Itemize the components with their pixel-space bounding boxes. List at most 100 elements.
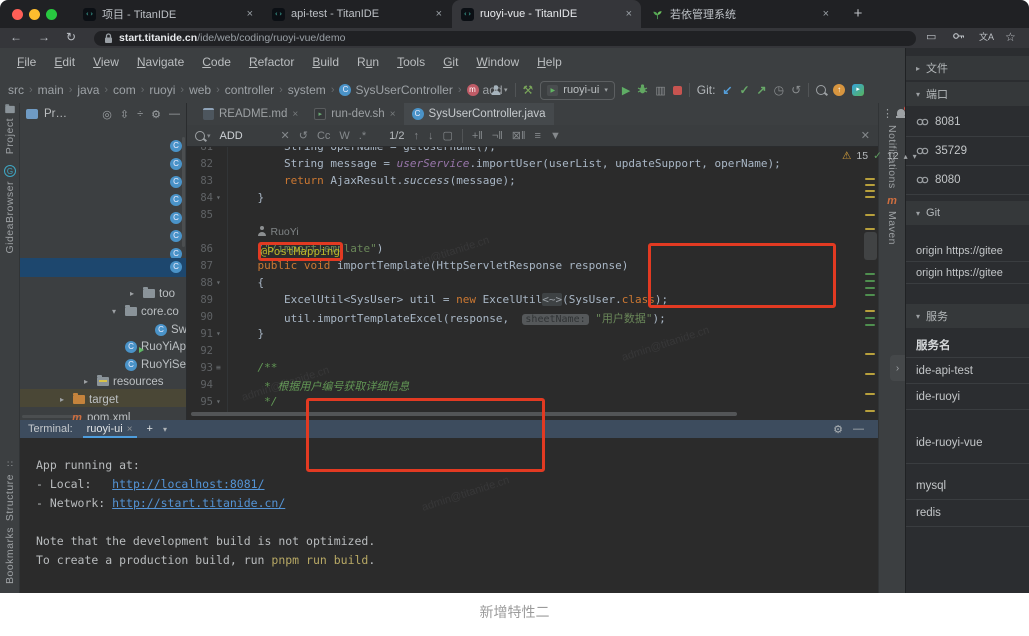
next-problem-icon[interactable]: ▾: [913, 152, 917, 161]
window-zoom-button[interactable]: [46, 9, 57, 20]
tree-expand-icon[interactable]: ▸: [84, 377, 93, 386]
tree-item-pom.xml[interactable]: mpom.xml: [58, 409, 130, 420]
forward-icon[interactable]: →: [38, 30, 50, 44]
sidebar-item-gideabrowser[interactable]: G GideaBrowser: [0, 165, 20, 254]
tree-item-too[interactable]: ▸too: [130, 285, 175, 302]
tree-row-selected[interactable]: [20, 258, 186, 277]
find-clear-icon[interactable]: ✕: [281, 129, 290, 142]
save-card-icon[interactable]: ▭: [926, 30, 936, 43]
tab-close-button[interactable]: ×: [823, 8, 829, 20]
port-item-8080[interactable]: 8080: [906, 166, 1029, 195]
warning-stripe-mark[interactable]: [865, 393, 875, 395]
sidebar-item-structure[interactable]: ∷ Structure: [0, 459, 20, 521]
menu-file[interactable]: File: [8, 55, 45, 69]
menu-code[interactable]: Code: [193, 55, 240, 69]
tree-row-class[interactable]: C: [170, 173, 182, 190]
menu-view[interactable]: View: [84, 55, 128, 69]
add-occurrence-icon[interactable]: +‖: [472, 130, 483, 142]
ok-stripe-mark[interactable]: [865, 324, 875, 326]
tab-close-button[interactable]: ×: [626, 8, 632, 20]
user-icon[interactable]: ▾: [490, 84, 508, 96]
breadcrumb-item-SysUserController[interactable]: CSysUserController: [339, 83, 452, 97]
breadcrumb-item-com[interactable]: com: [113, 83, 136, 97]
breadcrumb-item-web[interactable]: web: [189, 83, 211, 97]
tree-item-resources[interactable]: ▸resources: [84, 373, 164, 390]
warning-stripe-mark[interactable]: [865, 410, 875, 412]
breadcrumb-item-main[interactable]: main: [38, 83, 64, 97]
fold-icon[interactable]: ▾: [216, 278, 228, 287]
git-push-button[interactable]: ↗: [757, 83, 767, 97]
find-next-icon[interactable]: ↓: [428, 130, 434, 142]
warning-stripe-mark[interactable]: [865, 196, 875, 198]
bookmark-star-icon[interactable]: ☆: [1005, 30, 1016, 44]
fold-icon[interactable]: ▾: [216, 329, 228, 338]
tab-close-button[interactable]: ×: [436, 8, 442, 20]
reload-icon[interactable]: ↻: [66, 30, 76, 44]
ok-stripe-mark[interactable]: [865, 317, 875, 319]
service-item-redis[interactable]: redis: [906, 500, 1029, 527]
editor-tab-README.md[interactable]: README.md×: [195, 103, 306, 125]
coverage-button[interactable]: ▥: [655, 84, 665, 97]
browser-tab-2[interactable]: ‹›api-test - TitanIDE×: [263, 0, 451, 28]
find-history-icon[interactable]: ↺: [299, 129, 308, 142]
password-key-icon[interactable]: [952, 30, 965, 45]
error-stripe[interactable]: [860, 147, 878, 412]
port-item-8081[interactable]: 8081: [906, 108, 1029, 137]
regex-toggle[interactable]: .*: [359, 130, 366, 142]
warning-stripe-mark[interactable]: [865, 184, 875, 186]
search-icon[interactable]: [816, 85, 826, 95]
new-terminal-button[interactable]: +: [147, 423, 153, 435]
service-item-ide-ruoyi[interactable]: ide-ruoyi: [906, 384, 1029, 410]
minimize-icon[interactable]: —: [853, 423, 864, 435]
warning-stripe-mark[interactable]: [865, 178, 875, 180]
words-toggle[interactable]: W: [339, 130, 349, 142]
close-icon[interactable]: ×: [127, 424, 133, 435]
menu-edit[interactable]: Edit: [45, 55, 84, 69]
sidebar-item-bookmarks[interactable]: Bookmarks: [0, 527, 20, 584]
local-url-link[interactable]: http://localhost:8081/: [112, 477, 264, 491]
inspections-widget[interactable]: ⚠15 ✓12 ▴ ▾: [842, 150, 917, 162]
tree-row-class[interactable]: C: [170, 227, 182, 244]
section-git[interactable]: ▾ Git: [906, 201, 1029, 225]
select-all-occurrences-icon[interactable]: ▢: [442, 129, 452, 142]
new-tab-button[interactable]: +: [848, 4, 868, 24]
warning-stripe-mark[interactable]: [865, 373, 875, 375]
breadcrumb-item-java[interactable]: java: [77, 83, 99, 97]
fold-icon[interactable]: ▾: [216, 193, 228, 202]
breadcrumb-item-controller[interactable]: controller: [225, 83, 274, 97]
breadcrumb-item-system[interactable]: system: [288, 83, 326, 97]
tree-expand-icon[interactable]: ▾: [112, 307, 121, 316]
section-files[interactable]: ▸ 文件: [906, 56, 1029, 80]
ok-stripe-mark[interactable]: [865, 287, 875, 289]
find-input[interactable]: ADD: [220, 130, 272, 142]
remove-occurrence-icon[interactable]: ¬‖: [492, 130, 503, 142]
ok-stripe-mark[interactable]: [865, 280, 875, 282]
menu-refactor[interactable]: Refactor: [240, 55, 303, 69]
gear-icon[interactable]: ⚙: [833, 423, 843, 436]
stop-button[interactable]: [673, 86, 682, 95]
back-icon[interactable]: ←: [10, 30, 22, 44]
editor-tab-run-dev.sh[interactable]: ▸run-dev.sh×: [306, 103, 403, 125]
find-search-icon[interactable]: ▾: [195, 131, 211, 141]
tree-item-RuoYiApp[interactable]: CRuoYiApp: [112, 338, 186, 355]
browser-tab-1[interactable]: ‹›项目 - TitanIDE×: [74, 0, 262, 28]
warning-stripe-mark[interactable]: [865, 228, 875, 230]
expand-all-icon[interactable]: ⇳: [120, 108, 129, 121]
match-case-toggle[interactable]: Cc: [317, 130, 330, 142]
tree-expand-icon[interactable]: ▸: [130, 289, 139, 298]
port-item-35729[interactable]: 35729: [906, 137, 1029, 166]
collapse-all-icon[interactable]: ÷: [137, 108, 143, 121]
service-item-ide-api-test[interactable]: ide-api-test: [906, 358, 1029, 384]
rollback-icon[interactable]: ↺: [791, 83, 801, 97]
breadcrumb-item-src[interactable]: src: [8, 83, 24, 97]
vertical-scrollbar[interactable]: [864, 232, 877, 260]
git-commit-button[interactable]: ✓: [739, 83, 749, 97]
window-minimize-button[interactable]: [29, 9, 40, 20]
browser-tab-4[interactable]: 若依管理系统×: [642, 0, 838, 28]
tree-item-core.co[interactable]: ▾core.co: [112, 303, 179, 320]
run-button[interactable]: ▶: [622, 84, 630, 97]
menu-run[interactable]: Run: [348, 55, 388, 69]
filter-icon[interactable]: ▼: [550, 130, 561, 142]
address-bar[interactable]: start.titanide.cn/ide/web/coding/ruoyi-v…: [94, 31, 916, 46]
search-options-icon[interactable]: ≡: [535, 130, 541, 142]
